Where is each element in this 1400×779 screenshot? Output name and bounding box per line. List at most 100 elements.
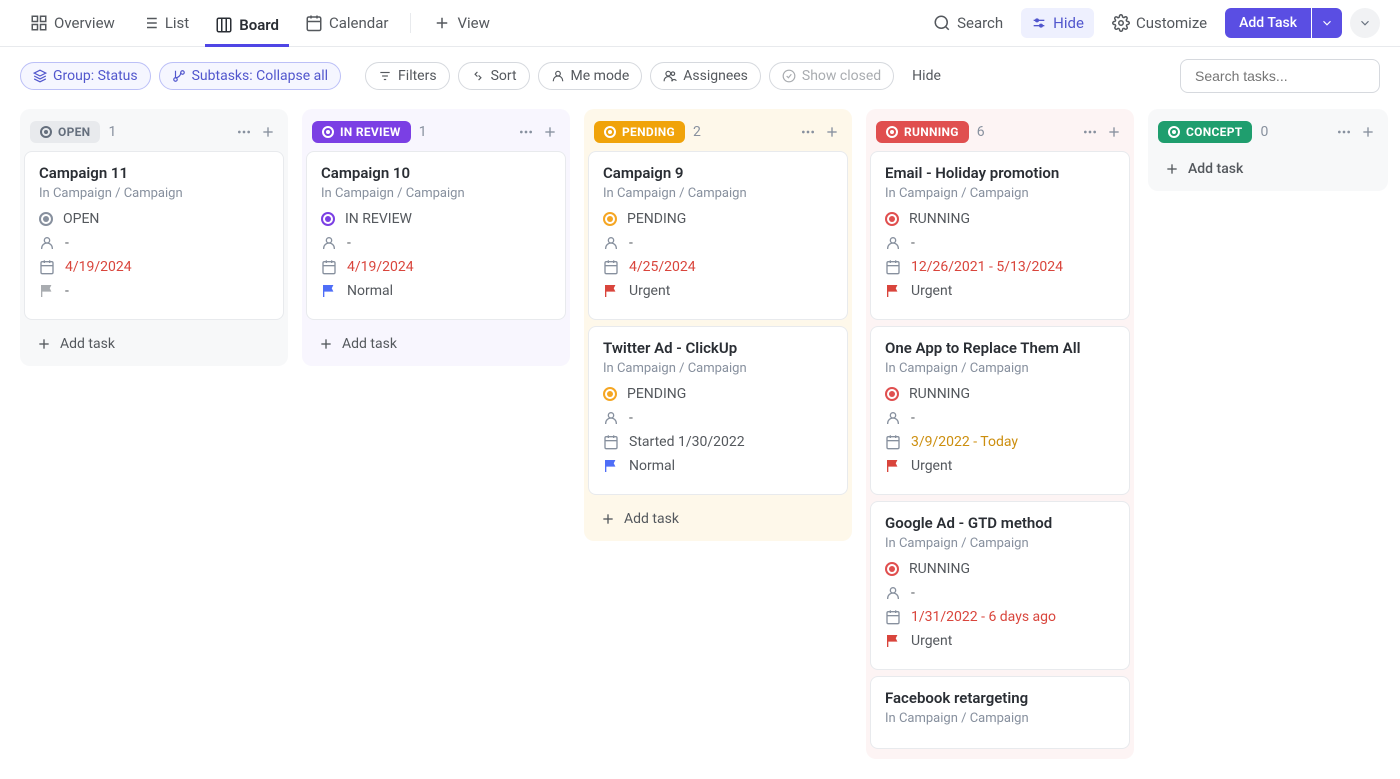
users-icon: [663, 69, 677, 83]
status-pill[interactable]: OPEN: [30, 121, 100, 143]
card-status-row: RUNNING: [885, 211, 1115, 227]
assignee-icon: [39, 235, 55, 251]
plus-icon: [542, 124, 558, 140]
column-header: PENDING 2: [588, 113, 848, 151]
task-card[interactable]: Campaign 11In Campaign / CampaignOPEN-4/…: [24, 151, 284, 320]
status-pill[interactable]: RUNNING: [876, 121, 969, 143]
card-assignee: -: [347, 235, 351, 251]
task-card[interactable]: Facebook retargetingIn Campaign / Campai…: [870, 676, 1130, 749]
column-header: IN REVIEW1: [306, 113, 566, 151]
nav-right: Search Hide Customize Add Task: [923, 8, 1380, 38]
subtasks-pill[interactable]: Subtasks: Collapse all: [159, 62, 341, 90]
assignee-icon: [321, 235, 337, 251]
search-box: [1180, 59, 1380, 93]
card-title: One App to Replace Them All: [885, 339, 1115, 357]
user-icon: [551, 69, 565, 83]
task-card[interactable]: Email - Holiday promotionIn Campaign / C…: [870, 151, 1130, 320]
plus-icon: [600, 511, 616, 527]
sort-icon: [471, 69, 485, 83]
tab-add-view[interactable]: View: [423, 8, 499, 38]
task-card[interactable]: Google Ad - GTD methodIn Campaign / Camp…: [870, 501, 1130, 670]
add-task-button[interactable]: Add task: [24, 326, 284, 362]
add-task-button[interactable]: Add task: [1152, 151, 1384, 187]
label: Show closed: [802, 68, 881, 84]
me-mode-pill[interactable]: Me mode: [538, 62, 643, 90]
toolbar-hide-button[interactable]: Hide: [902, 63, 951, 89]
date-icon: [39, 259, 55, 275]
card-status: OPEN: [63, 211, 99, 227]
add-task-button[interactable]: Add Task: [1225, 8, 1311, 38]
card-priority: Urgent: [911, 633, 952, 649]
task-card[interactable]: Campaign 9In Campaign / CampaignPENDING-…: [588, 151, 848, 320]
column-more-button[interactable]: [1334, 122, 1354, 142]
status-dot-icon: [322, 126, 334, 138]
card-assignee-row: -: [321, 235, 551, 251]
card-status: PENDING: [627, 386, 686, 402]
customize-button[interactable]: Customize: [1102, 8, 1217, 38]
chevron-down-icon: [1320, 16, 1334, 30]
card-status-row: PENDING: [603, 386, 833, 402]
divider: [410, 13, 411, 33]
tab-overview[interactable]: Overview: [20, 8, 125, 38]
filters-pill[interactable]: Filters: [365, 62, 450, 90]
status-pill[interactable]: CONCEPT: [1158, 121, 1252, 143]
column-more-button[interactable]: [1080, 122, 1100, 142]
calendar-icon: [305, 14, 323, 32]
status-dot-icon: [603, 212, 617, 226]
toolbar: Group: Status Subtasks: Collapse all Fil…: [0, 47, 1400, 99]
filter-icon: [378, 69, 392, 83]
column-more-button[interactable]: [798, 122, 818, 142]
column-add-button[interactable]: [822, 122, 842, 142]
check-circle-icon: [782, 69, 796, 83]
column-add-button[interactable]: [1104, 122, 1124, 142]
status-dot-icon: [1168, 126, 1180, 138]
tab-calendar[interactable]: Calendar: [295, 8, 399, 38]
card-date-row: Started 1/30/2022: [603, 434, 833, 450]
card-date: 3/9/2022 - Today: [911, 434, 1018, 450]
assignees-pill[interactable]: Assignees: [650, 62, 761, 90]
more-icon: [1082, 124, 1098, 140]
status-pill[interactable]: IN REVIEW: [312, 121, 411, 143]
tab-board[interactable]: Board: [205, 10, 289, 47]
tab-label: Calendar: [329, 14, 389, 32]
task-card[interactable]: One App to Replace Them AllIn Campaign /…: [870, 326, 1130, 495]
column-add-button[interactable]: [258, 122, 278, 142]
label: Add task: [60, 336, 115, 352]
column-review: IN REVIEW1Campaign 10In Campaign / Campa…: [302, 109, 570, 366]
search-input[interactable]: [1180, 59, 1380, 93]
add-task-dropdown[interactable]: [1312, 8, 1342, 38]
label: Add task: [1188, 161, 1243, 177]
column-more-button[interactable]: [234, 122, 254, 142]
search-button[interactable]: Search: [923, 8, 1013, 38]
sort-pill[interactable]: Sort: [458, 62, 530, 90]
column-add-button[interactable]: [540, 122, 560, 142]
label: Hide: [912, 68, 941, 84]
card-priority-row: -: [39, 283, 269, 299]
group-pill[interactable]: Group: Status: [20, 62, 151, 90]
card-date-row: 12/26/2021 - 5/13/2024: [885, 259, 1115, 275]
settings-toggle-icon: [1031, 15, 1047, 31]
card-priority: Urgent: [629, 283, 670, 299]
card-breadcrumb: In Campaign / Campaign: [885, 186, 1115, 201]
more-menu-button[interactable]: [1350, 8, 1380, 38]
hide-button[interactable]: Hide: [1021, 8, 1094, 38]
task-card[interactable]: Twitter Ad - ClickUpIn Campaign / Campai…: [588, 326, 848, 495]
column-actions: [1334, 122, 1378, 142]
tab-list[interactable]: List: [131, 8, 199, 38]
card-assignee-row: -: [885, 410, 1115, 426]
card-date-row: 1/31/2022 - 6 days ago: [885, 609, 1115, 625]
status-dot-icon: [321, 212, 335, 226]
status-pill[interactable]: PENDING: [594, 121, 685, 143]
column-add-button[interactable]: [1358, 122, 1378, 142]
add-task-button[interactable]: Add task: [306, 326, 566, 362]
status-label: RUNNING: [904, 125, 959, 139]
status-dot-icon: [40, 126, 52, 138]
column-count: 2: [693, 124, 701, 140]
flag-icon: [603, 458, 619, 474]
status-dot-icon: [885, 212, 899, 226]
show-closed-pill[interactable]: Show closed: [769, 62, 894, 90]
label: Add Task: [1239, 15, 1297, 31]
column-more-button[interactable]: [516, 122, 536, 142]
task-card[interactable]: Campaign 10In Campaign / CampaignIN REVI…: [306, 151, 566, 320]
add-task-button[interactable]: Add task: [588, 501, 848, 537]
